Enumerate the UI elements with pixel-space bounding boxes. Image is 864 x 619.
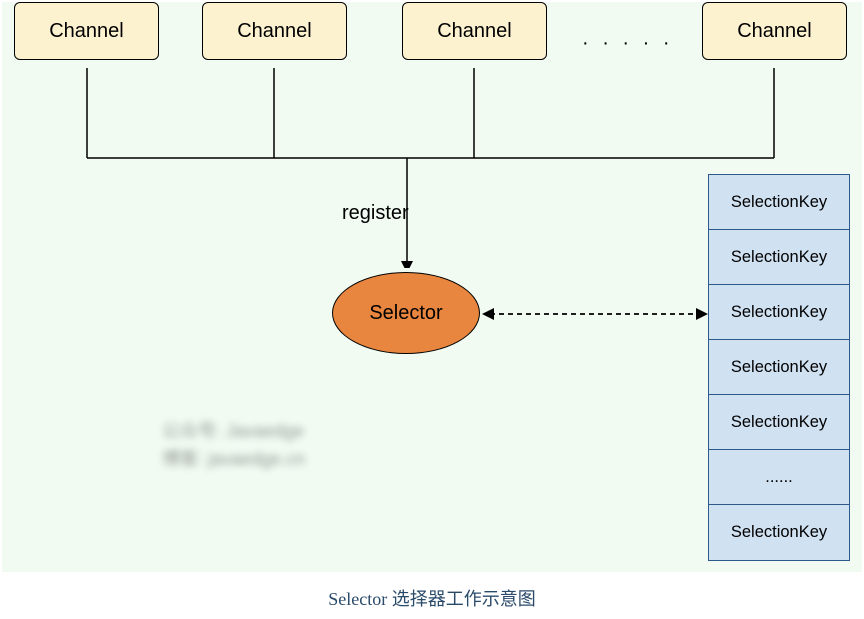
channel-ellipsis: · · · · ·: [582, 32, 674, 55]
diagram-container: Channel Channel Channel · · · · · Channe…: [2, 2, 862, 572]
watermark: 公众号: Javaedge 博客: javaedge.cn: [162, 417, 305, 473]
channel-box-1: Channel: [14, 2, 159, 60]
selection-key-item: SelectionKey: [709, 285, 849, 340]
selection-key-label: ......: [765, 468, 793, 487]
channel-label-3: Channel: [437, 20, 512, 43]
bidirectional-arrow: [480, 302, 710, 326]
selection-key-item: SelectionKey: [709, 175, 849, 230]
channel-label-2: Channel: [237, 20, 312, 43]
selector-label: Selector: [369, 302, 442, 325]
watermark-line-1: 公众号: Javaedge: [162, 417, 305, 445]
selection-key-label: SelectionKey: [731, 358, 827, 377]
selection-key-item: SelectionKey: [709, 340, 849, 395]
selection-key-label: SelectionKey: [731, 193, 827, 212]
selection-key-ellipsis: ......: [709, 450, 849, 505]
watermark-line-2: 博客: javaedge.cn: [162, 445, 305, 473]
selection-key-label: SelectionKey: [731, 303, 827, 322]
selector-node: Selector: [332, 272, 480, 354]
channel-box-4: Channel: [702, 2, 847, 60]
selection-key-label: SelectionKey: [731, 248, 827, 267]
register-label: register: [342, 202, 409, 225]
selection-key-item: SelectionKey: [709, 395, 849, 450]
channel-label-1: Channel: [49, 20, 124, 43]
selection-key-item: SelectionKey: [709, 505, 849, 560]
channel-box-3: Channel: [402, 2, 547, 60]
selection-key-item: SelectionKey: [709, 230, 849, 285]
diagram-caption: Selector 选择器工作示意图: [0, 585, 864, 611]
selection-key-label: SelectionKey: [731, 523, 827, 542]
selection-keys-list: SelectionKey SelectionKey SelectionKey S…: [708, 174, 850, 561]
selection-key-label: SelectionKey: [731, 413, 827, 432]
channel-box-2: Channel: [202, 2, 347, 60]
channel-label-4: Channel: [737, 20, 812, 43]
